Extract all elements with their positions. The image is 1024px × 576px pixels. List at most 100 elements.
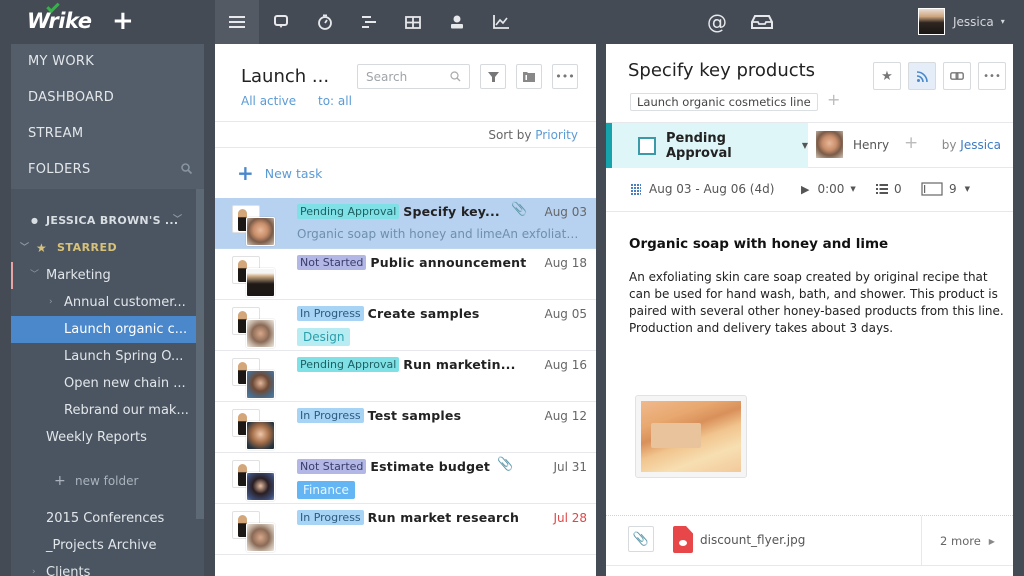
play-icon: ▶ xyxy=(801,182,810,196)
importance-value: 9 xyxy=(949,182,957,196)
tree-item-marketing[interactable]: ﹀ Marketing xyxy=(11,262,204,289)
search-field[interactable] xyxy=(357,64,470,89)
task-tag[interactable]: Finance xyxy=(297,481,355,499)
user-name: Jessica xyxy=(953,14,994,29)
sidebar-item-stream[interactable]: STREAM xyxy=(11,116,204,152)
tree-item-open-new-chain[interactable]: Open new chain ... xyxy=(11,370,204,397)
task-row[interactable]: Not Started Public announcement Aug 18 xyxy=(215,249,596,300)
image-attachment-thumbnail[interactable] xyxy=(635,395,747,478)
chart-icon[interactable] xyxy=(479,0,523,44)
color-marker xyxy=(11,262,13,289)
task-date: Aug 16 xyxy=(544,358,587,372)
task-date: Aug 03 xyxy=(544,205,587,219)
time-tracker[interactable]: ▶ 0:00 ▼ xyxy=(801,182,856,196)
task-date: Aug 18 xyxy=(544,256,587,270)
task-title: Test samples xyxy=(367,408,462,423)
new-task-button[interactable]: + New task xyxy=(215,148,596,198)
assignee-filter[interactable]: to: all xyxy=(318,94,352,108)
task-row[interactable]: In Progress Run market research Jul 28 xyxy=(215,504,596,555)
status-badge: Pending Approval xyxy=(297,204,400,219)
task-list-panel: Launch ... All active to: all ••• Sort b… xyxy=(215,44,596,576)
task-avatars xyxy=(232,307,278,348)
tree-item-annual-customer[interactable]: › Annual customer... xyxy=(11,289,204,316)
more-options-button[interactable]: ••• xyxy=(552,64,578,89)
task-avatars xyxy=(232,205,278,246)
timer-icon[interactable] xyxy=(303,0,347,44)
add-folder-button[interactable]: + xyxy=(827,90,840,109)
menu-icon[interactable] xyxy=(215,0,259,44)
assignee[interactable]: Henry xyxy=(816,131,889,158)
tree-item-weekly-reports[interactable]: Weekly Reports xyxy=(11,424,204,451)
task-title[interactable]: Specify key products xyxy=(628,60,815,81)
task-row[interactable]: Pending Approval Run marketin... Aug 16 xyxy=(215,351,596,402)
user-icon[interactable] xyxy=(435,0,479,44)
folder-info-button[interactable] xyxy=(516,64,542,89)
task-row[interactable]: Pending Approval Specify key... 📎 Aug 03 … xyxy=(215,198,596,249)
filter-button[interactable] xyxy=(480,64,506,89)
task-meta-bar: Aug 03 - Aug 06 (4d) ▶ 0:00 ▼ 0 9 ▼ xyxy=(606,168,1013,212)
task-avatars xyxy=(232,460,278,501)
subtasks[interactable]: 0 xyxy=(876,182,902,196)
tree-owner[interactable]: ● JESSICA BROWN'S ... ﹀ xyxy=(11,207,204,234)
tree-item-label: 2015 Conferences xyxy=(46,511,165,526)
tree-item-launch-spring[interactable]: Launch Spring O... xyxy=(11,343,204,370)
chevron-down-icon: ﹀ xyxy=(173,215,183,225)
task-row[interactable]: Not Started Estimate budget 📎 Jul 31 Fina… xyxy=(215,453,596,504)
chevron-down-icon: ﹀ xyxy=(20,243,30,253)
add-assignee-button[interactable]: + xyxy=(904,133,918,153)
list-icon[interactable] xyxy=(347,0,391,44)
attach-file-button[interactable]: 📎 xyxy=(628,526,654,552)
task-tag[interactable]: Design xyxy=(297,328,351,346)
stream-icon[interactable] xyxy=(259,0,303,44)
status-badge: Not Started xyxy=(297,459,367,474)
table-icon[interactable] xyxy=(391,0,435,44)
author-link[interactable]: Jessica xyxy=(960,138,1001,152)
follow-button[interactable] xyxy=(908,62,936,90)
tree-item-2015-conferences[interactable]: 2015 Conferences xyxy=(11,505,204,532)
chevron-right-icon: › xyxy=(49,297,53,307)
avatar xyxy=(246,523,275,552)
star-button[interactable]: ★ xyxy=(873,62,901,90)
sort-priority-link[interactable]: Priority xyxy=(535,128,578,142)
tree-item-rebrand[interactable]: Rebrand our mak... xyxy=(11,397,204,424)
inbox-icon[interactable] xyxy=(740,0,784,44)
mentions-icon[interactable]: @ xyxy=(695,0,739,44)
sidebar-item-my-work[interactable]: MY WORK xyxy=(11,44,204,80)
search-input[interactable] xyxy=(366,69,446,84)
more-attachments-button[interactable]: 2 more ▶ xyxy=(921,516,1013,566)
more-options-button[interactable]: ••• xyxy=(978,62,1006,90)
status-checkbox[interactable] xyxy=(638,136,656,155)
sidebar-main-nav: MY WORK DASHBOARD STREAM FOLDERS xyxy=(11,44,204,189)
tree-item-label: Rebrand our mak... xyxy=(64,403,189,418)
sidebar-item-dashboard[interactable]: DASHBOARD xyxy=(11,80,204,116)
link-icon xyxy=(950,72,964,80)
date-range[interactable]: Aug 03 - Aug 06 (4d) xyxy=(630,182,774,196)
task-description[interactable]: Organic soap with honey and lime An exfo… xyxy=(629,236,1004,337)
importance[interactable]: 9 ▼ xyxy=(921,182,970,196)
status-filter[interactable]: All active xyxy=(241,94,296,108)
link-button[interactable] xyxy=(943,62,971,90)
attachment-icon: 📎 xyxy=(497,457,514,472)
task-avatars xyxy=(232,409,278,450)
subtasks-count: 0 xyxy=(894,182,902,196)
task-avatars xyxy=(232,358,278,399)
wrike-logo[interactable]: Wrike xyxy=(27,0,92,33)
new-folder-button[interactable]: + new folder xyxy=(11,468,204,495)
add-button[interactable]: + xyxy=(112,8,134,34)
attachment-name[interactable]: discount_flyer.jpg xyxy=(700,533,805,547)
attachment-icon: 📎 xyxy=(511,202,528,217)
tree-item-projects-archive[interactable]: _Projects Archive xyxy=(11,532,204,559)
sidebar-item-folders[interactable]: FOLDERS xyxy=(11,152,204,188)
task-row[interactable]: In Progress Test samples Aug 12 xyxy=(215,402,596,453)
user-avatar xyxy=(918,8,945,35)
status-dropdown[interactable]: Pending Approval ▼ xyxy=(606,123,808,168)
task-date-overdue: Jul 28 xyxy=(553,511,587,525)
user-menu[interactable]: Jessica ▾ xyxy=(918,8,1005,35)
task-title: Estimate budget xyxy=(370,459,491,474)
folder-search-icon[interactable] xyxy=(181,152,193,188)
task-row[interactable]: In Progress Create samples Aug 05 Design xyxy=(215,300,596,351)
tree-item-clients[interactable]: › Clients xyxy=(11,559,204,576)
tree-starred[interactable]: ﹀ ★ STARRED xyxy=(11,234,204,262)
folder-tag[interactable]: Launch organic cosmetics line xyxy=(630,93,818,111)
tree-item-launch-organic[interactable]: Launch organic c... xyxy=(11,316,196,343)
